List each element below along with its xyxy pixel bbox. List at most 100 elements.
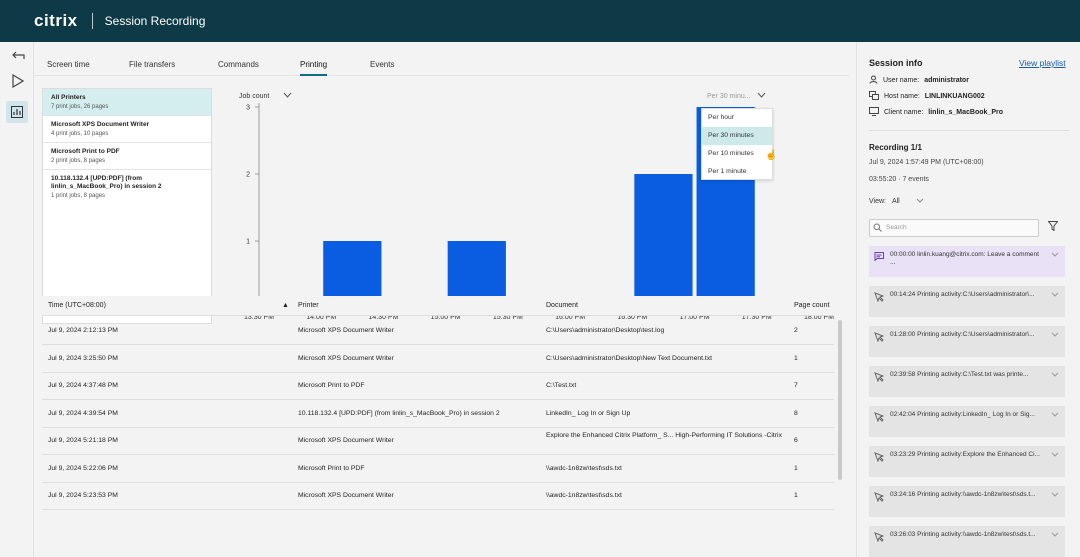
event-item[interactable]: 03:26:03 Printing activity:\\awdc-1n8zw\… bbox=[869, 526, 1065, 557]
print-jobs-table: Time (UTC+08:00) ▲ Printer Document Page… bbox=[42, 296, 842, 556]
cell-printer: Microsoft Print to PDF bbox=[298, 464, 365, 472]
tab-commands[interactable]: Commands bbox=[218, 60, 259, 76]
sort-asc-icon[interactable]: ▲ bbox=[282, 302, 289, 309]
event-item[interactable]: 00:00:00 linlin.kuang@citrix.com: Leave … bbox=[869, 246, 1065, 277]
back-icon[interactable] bbox=[10, 48, 26, 64]
header-divider bbox=[91, 13, 93, 29]
printer-item-xps[interactable]: Microsoft XPS Document Writer 4 print jo… bbox=[43, 116, 211, 143]
cell-document: Explore the Enhanced Citrix Platform_ S.… bbox=[546, 432, 782, 439]
user-icon bbox=[869, 75, 878, 86]
cell-time: Jul 9, 2024 5:22:06 PM bbox=[48, 464, 118, 472]
range-dropdown: Per hour Per 30 minutes Per 10 minutes P… bbox=[701, 108, 773, 180]
chevron-down-icon[interactable] bbox=[1051, 532, 1059, 539]
column-header-document[interactable]: Document bbox=[546, 302, 578, 309]
tab-printing[interactable]: Printing bbox=[300, 60, 328, 76]
insights-icon[interactable] bbox=[6, 101, 28, 123]
view-value: All bbox=[891, 198, 900, 205]
printer-item-upd[interactable]: 10.118.132.4 [UPD:PDF] (from linlin_s_Ma… bbox=[43, 170, 211, 204]
cell-time: Jul 9, 2024 4:39:54 PM bbox=[48, 409, 118, 417]
tab-screen-time[interactable]: Screen time bbox=[47, 60, 90, 76]
chevron-down-icon[interactable] bbox=[1051, 492, 1059, 499]
printer-name: All Printers bbox=[51, 94, 86, 101]
pointer-cursor-icon: ☝ bbox=[765, 150, 778, 161]
host-name-line: Host name: LINLINKUANG002 bbox=[869, 91, 985, 102]
column-header-page-count[interactable]: Page count bbox=[794, 302, 829, 309]
print-icon bbox=[874, 452, 885, 464]
table-row[interactable]: Jul 9, 2024 3:25:50 PM Microsoft XPS Docu… bbox=[42, 346, 834, 373]
range-option-hour[interactable]: Per hour bbox=[702, 109, 772, 127]
client-name-label: Client name: bbox=[884, 109, 924, 116]
recording-summary: 03:55:20 · 7 events bbox=[869, 176, 929, 183]
print-icon bbox=[874, 492, 885, 504]
chevron-down-icon bbox=[916, 198, 924, 205]
cell-page-count: 7 bbox=[794, 382, 798, 389]
event-item[interactable]: 01:28:00 Printing activity:C:\Users\admi… bbox=[869, 326, 1065, 357]
table-row[interactable]: Jul 9, 2024 4:39:54 PM 10.118.132.4 [UPD:… bbox=[42, 401, 834, 428]
cell-time: Jul 9, 2024 2:12:13 PM bbox=[48, 327, 118, 334]
cell-document: C:\Users\administrator\Desktop\test.log bbox=[546, 327, 665, 334]
host-name-value: LINLINKUANG002 bbox=[924, 93, 985, 100]
event-item[interactable]: 02:42:04 Printing activity:LinkedIn_ Log… bbox=[869, 406, 1065, 437]
event-search-input[interactable]: Search bbox=[869, 219, 1039, 237]
table-row[interactable]: Jul 9, 2024 2:12:13 PM Microsoft XPS Docu… bbox=[42, 318, 834, 345]
host-icon bbox=[869, 91, 879, 102]
session-panel: Session info View playlist User name: adm… bbox=[856, 42, 1080, 557]
range-option-30min[interactable]: Per 30 minutes bbox=[702, 127, 772, 145]
printer-summary: 7 print jobs, 26 pages bbox=[51, 104, 109, 110]
printer-summary: 2 print jobs, 8 pages bbox=[51, 158, 106, 164]
chevron-down-icon[interactable] bbox=[1051, 452, 1059, 459]
print-icon bbox=[874, 292, 885, 304]
column-header-time[interactable]: Time (UTC+08:00) bbox=[48, 302, 106, 309]
event-text: 03:24:16 Printing activity:\\awdc-1n8zw\… bbox=[890, 491, 1036, 498]
view-playlist-link[interactable]: View playlist bbox=[1019, 58, 1066, 68]
cell-time: Jul 9, 2024 5:23:53 PM bbox=[48, 492, 118, 499]
filter-icon[interactable] bbox=[1047, 221, 1059, 233]
user-name-value: administrator bbox=[924, 77, 969, 84]
printer-summary: 1 print jobs, 8 pages bbox=[51, 193, 106, 199]
tab-file-transfers[interactable]: File transfers bbox=[129, 60, 175, 76]
section-divider bbox=[869, 130, 1069, 131]
cell-page-count: 8 bbox=[794, 409, 798, 417]
client-name-line: Client name: linlin_s_MacBook_Pro bbox=[869, 107, 1003, 118]
range-option-1min[interactable]: Per 1 minute bbox=[702, 163, 772, 181]
cell-printer: Microsoft Print to PDF bbox=[298, 382, 365, 389]
view-filter[interactable]: View: All bbox=[869, 198, 924, 205]
host-name-label: Host name: bbox=[884, 93, 920, 100]
search-icon bbox=[873, 223, 882, 239]
printer-item-all[interactable]: All Printers 7 print jobs, 26 pages bbox=[43, 89, 211, 116]
tab-events[interactable]: Events bbox=[370, 60, 394, 76]
chevron-down-icon[interactable] bbox=[1051, 332, 1059, 339]
table-row[interactable]: Jul 9, 2024 4:37:48 PM Microsoft Print to… bbox=[42, 373, 834, 400]
table-row[interactable]: Jul 9, 2024 5:23:53 PM Microsoft XPS Docu… bbox=[42, 483, 834, 510]
session-info-title: Session info bbox=[869, 58, 923, 68]
top-bar: citrix Session Recording bbox=[0, 0, 1080, 42]
event-text: 03:23:29 Printing activity:Explore the E… bbox=[890, 451, 1040, 458]
range-option-10min[interactable]: Per 10 minutes bbox=[702, 145, 772, 163]
chevron-down-icon[interactable] bbox=[1051, 292, 1059, 299]
cell-time: Jul 9, 2024 4:37:48 PM bbox=[48, 382, 118, 389]
chevron-down-icon[interactable] bbox=[1051, 252, 1059, 259]
table-row[interactable]: Jul 9, 2024 5:22:06 PM Microsoft Print to… bbox=[42, 456, 834, 483]
event-item[interactable]: 03:23:29 Printing activity:Explore the E… bbox=[869, 446, 1065, 477]
event-item[interactable]: 03:24:16 Printing activity:\\awdc-1n8zw\… bbox=[869, 486, 1065, 517]
printer-name: Microsoft XPS Document Writer bbox=[51, 121, 150, 128]
y-tick-label: 2 bbox=[246, 172, 250, 179]
cell-page-count: 2 bbox=[794, 327, 798, 334]
table-row[interactable]: Jul 9, 2024 5:21:18 PM Microsoft XPS Docu… bbox=[42, 428, 834, 455]
table-scrollbar[interactable] bbox=[838, 320, 842, 480]
event-item[interactable]: 00:14:24 Printing activity:C:\Users\admi… bbox=[869, 286, 1065, 317]
column-header-printer[interactable]: Printer bbox=[298, 302, 319, 309]
user-name-line: User name: administrator bbox=[869, 75, 969, 86]
printer-item-pdf[interactable]: Microsoft Print to PDF 2 print jobs, 8 p… bbox=[43, 143, 211, 170]
cell-printer: Microsoft XPS Document Writer bbox=[298, 437, 394, 444]
play-icon[interactable] bbox=[10, 73, 26, 89]
print-icon bbox=[874, 532, 885, 544]
user-name-label: User name: bbox=[883, 77, 920, 84]
chevron-down-icon[interactable] bbox=[1051, 372, 1059, 379]
chevron-down-icon[interactable] bbox=[1051, 412, 1059, 419]
printer-list: All Printers 7 print jobs, 26 pages Micr… bbox=[42, 88, 212, 324]
cell-document: \\awdc-1n8zw\test\sds.txt bbox=[546, 492, 622, 499]
event-item[interactable]: 02:39:58 Printing activity:C:\Test.txt w… bbox=[869, 366, 1065, 397]
monitor-icon bbox=[869, 107, 879, 118]
print-chart: Job count Per 30 minu... 012313:30 PM14:… bbox=[229, 88, 849, 328]
